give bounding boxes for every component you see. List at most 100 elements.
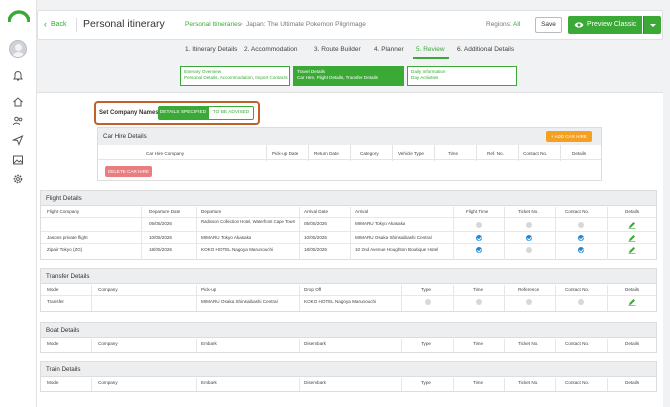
column-divider bbox=[504, 207, 505, 260]
column-header: Company bbox=[98, 380, 118, 385]
column-divider bbox=[607, 339, 608, 352]
breadcrumb-separator: > bbox=[239, 21, 243, 28]
to-be-advised-toggle[interactable]: TO BE ADVISED bbox=[208, 106, 254, 120]
departure-date: 18/05/2026 bbox=[149, 247, 172, 252]
column-header: Flight Company bbox=[47, 209, 80, 214]
breadcrumb-current: Japan: The Ultimate Pokemon Pilgrimage bbox=[246, 21, 366, 28]
column-divider bbox=[350, 145, 351, 161]
table-header-row: Flight Company Departure Date Departure … bbox=[41, 206, 656, 218]
column-divider bbox=[453, 339, 454, 352]
arrival-date: 05/05/2026 bbox=[304, 221, 327, 226]
column-divider bbox=[401, 339, 402, 352]
tab-accommodation[interactable]: 2. Accommodation bbox=[244, 46, 297, 53]
column-header: Ticket No. bbox=[518, 209, 539, 214]
column-header: Contact No. bbox=[523, 151, 548, 156]
contact-no-indicator bbox=[578, 235, 584, 241]
contact-no-indicator bbox=[578, 222, 584, 228]
add-car-hire-button[interactable]: + ADD CAR HIRE bbox=[546, 131, 592, 142]
top-bar: ‹ Back Personal itinerary Personal Itine… bbox=[37, 10, 663, 40]
preview-classic-button[interactable]: Preview Classic bbox=[568, 16, 642, 34]
tab-itinerary-details[interactable]: 1. Itinerary Details bbox=[185, 46, 237, 53]
column-header: Mode bbox=[47, 380, 59, 385]
pencil-icon[interactable] bbox=[628, 221, 636, 229]
home-icon[interactable] bbox=[12, 96, 24, 108]
tab-planner[interactable]: 4. Planner bbox=[374, 46, 404, 53]
transfer-dropoff: KOKO HOTEL Nagoya Marunouchi bbox=[304, 299, 377, 304]
pencil-icon[interactable] bbox=[628, 234, 636, 242]
column-header: Type bbox=[421, 380, 431, 385]
preview-classic-label: Preview Classic bbox=[587, 21, 637, 28]
flight-details-section: Flight Details Flight Company Departure … bbox=[40, 190, 657, 260]
subtab-travel-details[interactable]: Travel Details Car Hire, Flight Details,… bbox=[293, 66, 404, 86]
departure: Radisson Collection Hotel, Waterfront Ca… bbox=[201, 219, 296, 224]
column-divider bbox=[401, 378, 402, 391]
page-title: Personal itinerary bbox=[83, 18, 165, 30]
flight-time-indicator bbox=[476, 247, 482, 253]
column-header: Drop Off bbox=[304, 287, 322, 292]
subtab-daily-information[interactable]: Daily Information Day Activities bbox=[407, 66, 517, 86]
avatar[interactable] bbox=[9, 40, 27, 58]
flight-time-indicator bbox=[476, 222, 482, 228]
column-divider bbox=[299, 285, 300, 311]
column-header: Car Hire Company bbox=[146, 151, 185, 156]
column-header: Ref. No. bbox=[487, 151, 504, 156]
pencil-icon[interactable] bbox=[628, 246, 636, 254]
details-specified-toggle[interactable]: DETAILS SPECIFIED bbox=[158, 106, 208, 120]
column-divider bbox=[299, 207, 300, 260]
bell-icon[interactable] bbox=[12, 70, 24, 82]
column-header: Mode bbox=[47, 287, 59, 292]
column-header: Contact No. bbox=[565, 287, 590, 292]
transfer-mode: Transfer bbox=[47, 299, 64, 304]
column-header: Company bbox=[98, 287, 118, 292]
tab-route-builder[interactable]: 3. Route Builder bbox=[314, 46, 361, 53]
paper-plane-icon[interactable] bbox=[11, 134, 24, 146]
boat-details-section: Boat Details Mode Company Embark Disemba… bbox=[40, 322, 657, 353]
column-header: Reference bbox=[518, 287, 540, 292]
table-row: Transfer MIMARU Osaka Shinsaibashi Centr… bbox=[41, 296, 656, 308]
tab-review[interactable]: 5. Review bbox=[416, 46, 445, 53]
chevron-left-icon[interactable]: ‹ bbox=[44, 19, 47, 29]
save-button[interactable]: Save bbox=[535, 17, 562, 33]
section-title: Transfer Details bbox=[41, 269, 656, 284]
column-divider bbox=[91, 285, 92, 311]
regions-selector[interactable]: All bbox=[513, 21, 520, 28]
flight-company: Zipair Tokyo (ZG) bbox=[47, 247, 83, 252]
users-icon[interactable] bbox=[12, 115, 24, 127]
section-title: Train Details bbox=[41, 362, 656, 377]
active-tab-indicator bbox=[413, 57, 449, 59]
column-header: Details bbox=[625, 341, 640, 346]
column-divider bbox=[476, 145, 477, 161]
column-header: Departure bbox=[201, 209, 222, 214]
column-divider bbox=[266, 145, 267, 161]
regions-label: Regions: bbox=[486, 21, 512, 28]
gear-icon[interactable] bbox=[12, 173, 24, 185]
column-divider bbox=[607, 378, 608, 391]
column-divider bbox=[196, 207, 197, 260]
ticket-no-indicator bbox=[526, 235, 532, 241]
image-icon[interactable] bbox=[12, 154, 24, 166]
contact-no-indicator bbox=[578, 247, 584, 253]
column-header: Details bbox=[625, 209, 640, 214]
table-row: Zipair Tokyo (ZG) 18/05/2026 KOKO HOTEL … bbox=[41, 244, 656, 256]
column-divider bbox=[504, 378, 505, 391]
tab-additional-details[interactable]: 6. Additional Details bbox=[457, 46, 514, 53]
column-header: Time bbox=[473, 380, 484, 385]
column-header: Time bbox=[473, 341, 484, 346]
column-divider bbox=[555, 285, 556, 311]
delete-car-hire-button[interactable]: DELETE CAR HIRE bbox=[105, 166, 152, 177]
preview-dropdown-button[interactable] bbox=[643, 16, 661, 34]
breadcrumb-link[interactable]: Personal Itineraries bbox=[185, 21, 241, 28]
column-divider bbox=[453, 285, 454, 311]
column-header: Embark bbox=[201, 341, 217, 346]
back-link[interactable]: Back bbox=[51, 21, 67, 28]
subtab-itinerary-overview[interactable]: Itinerary Overview Personal Details, Acc… bbox=[180, 66, 290, 86]
column-header: Category bbox=[360, 151, 379, 156]
column-divider bbox=[555, 207, 556, 260]
pencil-icon[interactable] bbox=[628, 298, 636, 306]
column-divider bbox=[434, 145, 435, 161]
table-header-row: Mode Company Pick-up Drop Off Type Time … bbox=[41, 284, 656, 296]
step-tabs: 1. Itinerary Details 2. Accommodation 3.… bbox=[37, 40, 663, 60]
column-header: Disembark bbox=[304, 341, 326, 346]
type-indicator bbox=[425, 299, 431, 305]
logo-arch-icon[interactable] bbox=[8, 10, 30, 22]
